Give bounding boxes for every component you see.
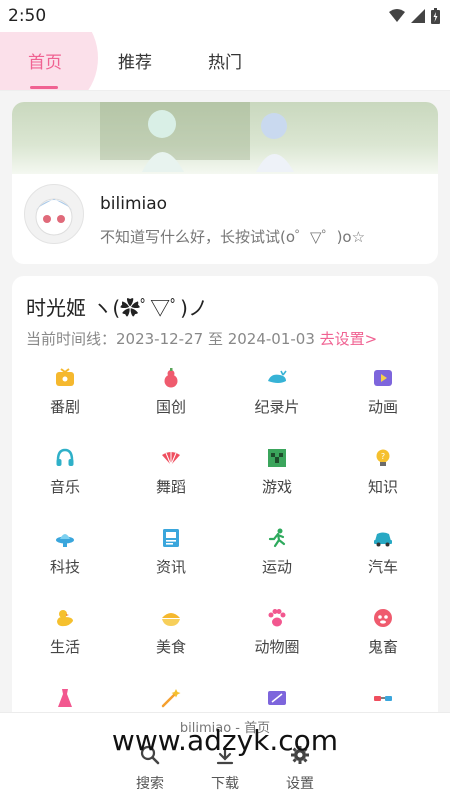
category-label: 美食 — [155, 638, 186, 656]
creeper-icon — [268, 449, 286, 467]
category-label: 科技 — [49, 558, 80, 576]
timeline-title: 时光姬 ヽ(✿ﾟ▽ﾟ)ノ — [26, 296, 208, 320]
category-label: 游戏 — [261, 478, 292, 496]
user-signature: 不知道写什么好，长按试试(o゜▽゜)o☆ — [100, 228, 366, 246]
tab-indicator — [30, 86, 58, 89]
food-icon — [162, 613, 180, 626]
svg-text:?: ? — [381, 452, 385, 461]
category-label: 番剧 — [49, 398, 80, 416]
tv-icon — [56, 368, 74, 386]
avatar[interactable] — [24, 184, 84, 244]
category-item[interactable]: 资讯 — [118, 522, 224, 602]
category-label: 鬼畜 — [367, 638, 398, 656]
runner-icon — [268, 528, 286, 548]
user-card[interactable]: bilimiao 不知道写什么好，长按试试(o゜▽゜)o☆ — [12, 102, 438, 264]
status-bar: 2:50 — [0, 0, 450, 32]
category-item[interactable]: 运动 — [224, 522, 330, 602]
wand-icon — [161, 689, 181, 708]
timeline-range-label: 当前时间线：2023-12-27 至 2024-01-03 — [26, 330, 315, 348]
category-item[interactable]: 动物圈 — [224, 602, 330, 682]
tab-hot[interactable]: 热门 — [208, 48, 242, 73]
category-item[interactable]: 纪录片 — [224, 362, 330, 442]
play-icon — [374, 370, 392, 386]
nav-download-label: 下载 — [211, 776, 239, 792]
category-label: 运动 — [261, 558, 292, 576]
category-item[interactable]: 音乐 — [12, 442, 118, 522]
timeline-range: 当前时间线：2023-12-27 至 2024-01-03 去设置> — [26, 328, 377, 349]
tab-bar: 首页 推荐 热门 — [0, 32, 450, 91]
category-item[interactable]: 生活 — [12, 602, 118, 682]
category-item[interactable]: 番剧 — [12, 362, 118, 442]
category-item[interactable]: 汽车 — [330, 522, 436, 602]
category-label: 纪录片 — [254, 398, 300, 416]
category-label: 资讯 — [155, 558, 186, 576]
tab-home[interactable]: 首页 — [28, 48, 62, 73]
banner-image — [12, 102, 438, 174]
category-label: 汽车 — [367, 558, 398, 576]
timeline-card: 时光姬 ヽ(✿ﾟ▽ﾟ)ノ 当前时间线：2023-12-27 至 2024-01-… — [12, 276, 438, 746]
tab-recommend[interactable]: 推荐 — [118, 48, 152, 73]
category-item[interactable]: 游戏 — [224, 442, 330, 522]
category-item[interactable]: 动画 — [330, 362, 436, 442]
category-label: 动画 — [367, 398, 398, 416]
car-icon — [374, 532, 392, 547]
whale-icon — [268, 370, 287, 383]
category-item[interactable]: 舞蹈 — [118, 442, 224, 522]
category-label: 知识 — [367, 478, 398, 496]
duck-icon — [57, 610, 73, 627]
status-icons — [389, 8, 440, 24]
category-label: 舞蹈 — [155, 478, 186, 496]
category-label: 生活 — [49, 638, 80, 656]
category-label: 国创 — [155, 398, 186, 416]
ufo-icon — [56, 534, 74, 547]
nav-search-label: 搜索 — [136, 776, 164, 792]
timeline-settings-link[interactable]: 去设置> — [320, 330, 378, 348]
film-icon — [268, 691, 286, 705]
glasses-icon — [374, 696, 392, 701]
bulb-icon: ? — [376, 449, 390, 466]
watermark: www.adzyk.com — [111, 724, 339, 757]
category-item[interactable]: 国创 — [118, 362, 224, 442]
category-label: 动物圈 — [254, 638, 300, 656]
status-time: 2:50 — [8, 6, 47, 26]
dress-icon — [58, 689, 72, 707]
category-item[interactable]: 美食 — [118, 602, 224, 682]
category-item[interactable]: 鬼畜 — [330, 602, 436, 682]
paw-icon — [268, 609, 286, 627]
ghost-icon — [374, 609, 392, 627]
news-icon — [163, 529, 179, 547]
wifi-icon — [389, 9, 405, 22]
category-item[interactable]: 科技 — [12, 522, 118, 602]
gourd-icon — [164, 368, 178, 388]
cell-signal-icon — [411, 9, 425, 23]
fan-icon — [162, 451, 180, 466]
category-item[interactable]: ? 知识 — [330, 442, 436, 522]
headphones-icon — [56, 448, 74, 466]
category-label: 音乐 — [49, 478, 80, 496]
username: bilimiao — [100, 194, 168, 214]
battery-icon — [431, 8, 440, 24]
nav-settings-label: 设置 — [286, 776, 314, 792]
